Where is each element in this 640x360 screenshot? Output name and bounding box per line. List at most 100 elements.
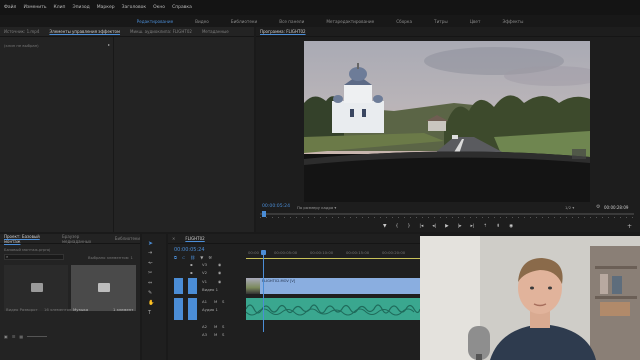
mute-icon[interactable]: M <box>214 324 217 329</box>
track-target[interactable]: A3 <box>202 332 207 337</box>
selected-info: Выбрано элементов: 1 <box>88 255 133 260</box>
menu-title[interactable]: Заголовок <box>122 5 147 10</box>
go-to-out-icon[interactable]: ▸| <box>471 224 475 229</box>
workspace-color[interactable]: Цвет <box>470 19 481 24</box>
lock-icon[interactable]: ▣ <box>4 334 8 339</box>
timeline-ruler[interactable]: 00:00 00:00:05:00 00:00:10:00 00:00:15:0… <box>246 248 420 260</box>
extract-icon[interactable]: ⇞ <box>496 224 500 229</box>
timeline-playhead[interactable] <box>263 252 264 332</box>
track-target[interactable]: V3 <box>202 262 207 267</box>
tab-media-browser[interactable]: Браузер медиаданных <box>62 234 107 244</box>
eye-icon[interactable]: ◉ <box>218 270 221 275</box>
program-scrub-bar[interactable] <box>260 213 634 215</box>
work-area-bar[interactable] <box>246 258 420 259</box>
panel-arrow-icon[interactable]: ▸ <box>108 42 110 47</box>
track-target[interactable]: A2 <box>202 324 207 329</box>
tab-project[interactable]: Проект: Базовый монтаж <box>4 234 54 244</box>
export-frame-icon[interactable]: ◉ <box>509 224 513 229</box>
solo-icon[interactable]: S <box>222 324 224 329</box>
nest-icon[interactable]: ⧉ <box>174 255 177 260</box>
track-target[interactable]: V2 <box>202 270 207 275</box>
project-search-input[interactable]: ⌕ <box>4 254 64 260</box>
mark-in-icon[interactable]: { <box>396 224 399 229</box>
snap-icon[interactable]: ⊂ <box>182 255 185 260</box>
workspace-metalogging[interactable]: Метаредактирование <box>326 19 374 24</box>
linked-icon[interactable]: ⛓ <box>190 255 195 260</box>
track-target[interactable]: A1 <box>202 299 207 304</box>
menu-sequence[interactable]: Эпизод <box>72 5 89 10</box>
solo-icon[interactable]: S <box>222 299 224 304</box>
tab-audio-mixer[interactable]: Микш. аудиоклипа: FLIGHT02 <box>130 29 192 34</box>
pen-tool-icon[interactable]: ✎ <box>148 290 152 296</box>
lock-icon[interactable]: ▪ <box>190 270 193 275</box>
bin-item[interactable] <box>71 265 136 311</box>
track-select-tool-icon[interactable]: ⇥ <box>148 250 152 256</box>
track-target-v1[interactable] <box>188 278 197 294</box>
program-quality-select[interactable]: 1/2 ▾ <box>565 205 574 210</box>
tab-metadata[interactable]: Метаданные <box>202 29 229 34</box>
step-back-icon[interactable]: ◂| <box>432 224 436 229</box>
workspace-all-panels[interactable]: Все панели <box>279 19 304 24</box>
menu-clip[interactable]: Клип <box>54 5 66 10</box>
slip-tool-icon[interactable]: ⇔ <box>148 280 152 286</box>
selection-tool-icon[interactable]: ➤ <box>148 240 153 247</box>
clip-thumbnail <box>246 278 260 294</box>
lift-icon[interactable]: ⇡ <box>483 224 487 229</box>
tab-libraries[interactable]: Библиотеки <box>115 236 140 241</box>
list-view-icon[interactable]: ☰ <box>12 334 16 339</box>
track-target-a1[interactable] <box>188 298 197 320</box>
solo-icon[interactable]: S <box>222 332 224 337</box>
tab-program[interactable]: Программа: FLIGHT02 <box>260 29 306 34</box>
mark-out-icon[interactable]: } <box>407 224 410 229</box>
program-video-frame[interactable] <box>304 41 590 202</box>
step-forward-icon[interactable]: |▸ <box>458 224 462 229</box>
bin-item[interactable] <box>4 265 68 311</box>
menu-edit[interactable]: Изменить <box>23 5 46 10</box>
source-patch-a1[interactable] <box>174 298 183 320</box>
workspace-assembly[interactable]: Сборка <box>396 19 412 24</box>
go-to-in-icon[interactable]: |◂ <box>419 224 423 229</box>
workspace-graphics[interactable]: Титры <box>434 19 448 24</box>
workspace-effects[interactable]: Эффекты <box>502 19 523 24</box>
program-timecode[interactable]: 00:00:05:24 <box>262 204 290 209</box>
chevron-down-icon: ▾ <box>334 205 337 210</box>
menu-marker[interactable]: Маркер <box>97 5 115 10</box>
zoom-slider[interactable] <box>27 336 48 337</box>
add-marker-icon[interactable]: ▼ <box>383 224 387 229</box>
hand-tool-icon[interactable]: ✋ <box>148 300 154 306</box>
source-patch-v1[interactable] <box>174 278 183 294</box>
ripple-edit-tool-icon[interactable]: ⟛ <box>148 260 153 266</box>
menu-window[interactable]: Окно <box>153 5 165 10</box>
effect-controls-list: (клип не выбран) ▸ <box>0 37 114 232</box>
workspace-editing[interactable]: Редактирование <box>137 19 174 24</box>
eye-icon[interactable]: ◉ <box>218 279 221 284</box>
play-icon[interactable]: ▶ <box>445 224 449 229</box>
workspace-video[interactable]: Видео <box>195 19 209 24</box>
program-ruler-ticks <box>260 217 634 218</box>
audio-clip[interactable] <box>246 298 420 320</box>
mute-icon[interactable]: M <box>214 332 217 337</box>
marker-icon[interactable]: ▼ <box>200 255 203 260</box>
tab-sequence[interactable]: FLIGHT02 <box>185 236 204 241</box>
track-target[interactable]: V1 <box>202 279 207 284</box>
lock-icon[interactable]: ▪ <box>190 262 193 267</box>
video-clip[interactable]: FLIGHT02.MOV [V] <box>246 278 420 294</box>
timeline-timecode[interactable]: 00:00:05:24 <box>174 247 205 253</box>
icon-view-icon[interactable]: ▦ <box>19 334 23 339</box>
tab-effect-controls[interactable]: Элементы управления эффектом <box>49 29 120 34</box>
menu-file[interactable]: Файл <box>4 5 16 10</box>
settings-icon[interactable]: ⚙ <box>596 204 600 210</box>
mute-icon[interactable]: M <box>214 299 217 304</box>
timeline-playhead-handle[interactable] <box>261 250 266 255</box>
workspace-libraries[interactable]: Библиотеки <box>231 19 257 24</box>
menu-bar: Файл Изменить Клип Эпизод Маркер Заголов… <box>0 0 640 15</box>
wrench-icon[interactable]: ⚒ <box>208 255 212 260</box>
razor-tool-icon[interactable]: ✂ <box>148 270 152 276</box>
add-button-icon[interactable]: + <box>627 223 632 230</box>
type-tool-icon[interactable]: T <box>148 310 151 316</box>
program-fit-select[interactable]: По размеру кадра ▾ <box>297 205 336 210</box>
close-icon[interactable]: ✕ <box>172 236 175 241</box>
tab-source[interactable]: Источник: 1.mp4 <box>4 29 39 34</box>
menu-help[interactable]: Справка <box>172 5 192 10</box>
eye-icon[interactable]: ◉ <box>218 262 221 267</box>
